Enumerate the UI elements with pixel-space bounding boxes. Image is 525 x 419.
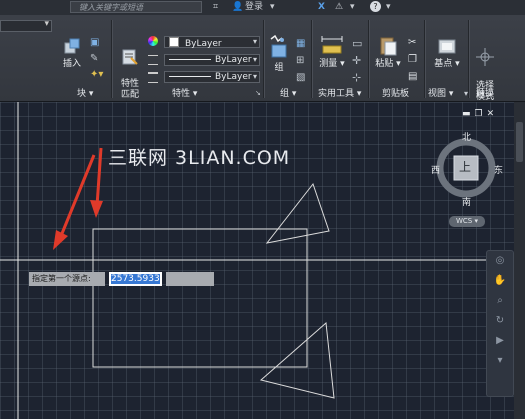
rectangle-shape[interactable] <box>92 228 308 368</box>
annotation-arrow-head <box>53 230 68 250</box>
steering-wheel-icon[interactable]: ◎ <box>487 251 513 271</box>
annotation-arrow <box>95 147 103 207</box>
navigation-bar[interactable]: ◎ ✋ ⌕ ↻ ▶ ▾ <box>486 250 514 397</box>
viewcube-top-face[interactable]: 上 <box>459 158 471 175</box>
nav-options-icon[interactable]: ▾ <box>487 351 513 371</box>
pan-icon[interactable]: ✋ <box>487 271 513 291</box>
compass-north[interactable]: 北 <box>462 130 471 143</box>
orbit-icon[interactable]: ↻ <box>487 311 513 331</box>
triangle-shape-upper[interactable] <box>265 182 330 244</box>
wcs-menu[interactable]: WCS ▾ <box>449 216 485 227</box>
zoom-icon[interactable]: ⌕ <box>487 291 513 311</box>
compass-south[interactable]: 南 <box>462 195 471 208</box>
triangle-shape-lower[interactable] <box>259 321 335 399</box>
annotation-arrow <box>59 154 96 237</box>
dynamic-input-value[interactable]: 2573.5933 <box>111 274 160 284</box>
dynamic-input-field-secondary[interactable] <box>166 272 214 286</box>
watermark: 三联网 3LIAN.COM <box>108 147 291 169</box>
drawing-geometry <box>0 102 514 419</box>
showmotion-icon[interactable]: ▶ <box>487 331 513 351</box>
compass-west[interactable]: 西 <box>431 163 440 176</box>
dynamic-input-prompt: 指定第一个源点: <box>29 272 105 286</box>
annotation-arrow-head <box>90 200 103 218</box>
compass-east[interactable]: 东 <box>494 163 503 176</box>
dynamic-input-field[interactable]: 2573.5933 <box>109 272 162 286</box>
